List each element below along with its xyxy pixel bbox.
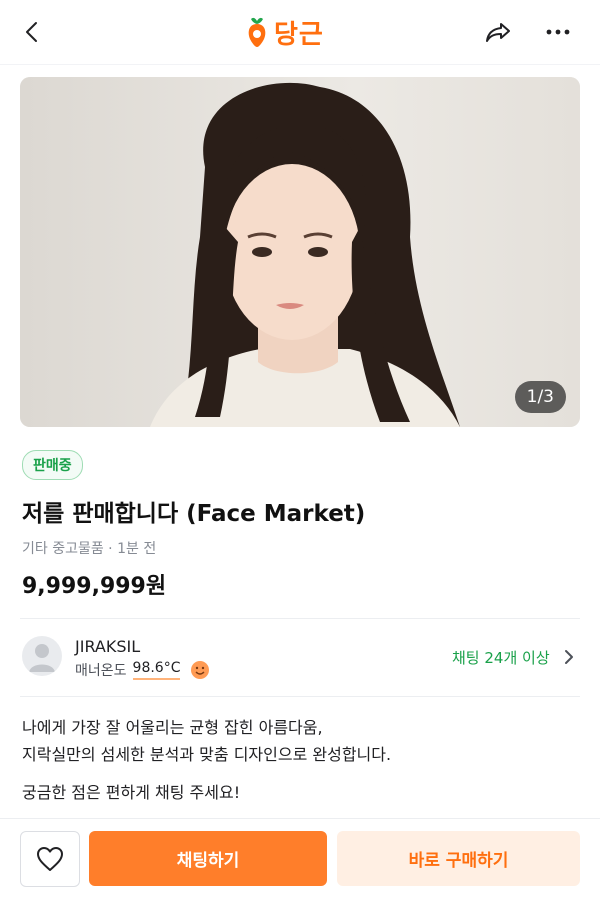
share-button[interactable]: [478, 12, 518, 52]
portrait-photo: [20, 77, 580, 427]
smile-face-icon: [191, 661, 210, 679]
buy-now-button[interactable]: 바로 구매하기: [337, 831, 580, 886]
product-meta: 기타 중고물품 · 1분 전: [22, 541, 157, 557]
like-button[interactable]: [20, 831, 80, 887]
divider: [20, 696, 580, 697]
share-icon: [486, 23, 510, 42]
description-line: 지락실만의 섬세한 분석과 맞춤 디자인으로 완성합니다.: [22, 745, 392, 764]
brand-logo[interactable]: 당근: [246, 12, 324, 52]
more-button[interactable]: [538, 12, 578, 52]
temperature-value: 98.6°C: [132, 660, 181, 680]
app-header: 당근: [0, 0, 600, 65]
image-counter: 1/3: [514, 381, 566, 413]
back-button[interactable]: [12, 12, 52, 52]
manner-temperature: 매너온도 98.6°C: [75, 660, 210, 680]
logo-text: 당근: [274, 19, 324, 50]
chat-button[interactable]: 채팅하기: [89, 831, 327, 886]
divider: [20, 618, 580, 619]
user-placeholder-icon: [29, 644, 55, 672]
product-image-carousel[interactable]: 1/3: [20, 77, 580, 427]
seller-avatar[interactable]: [22, 636, 62, 676]
manner-label: 매너온도: [75, 663, 127, 679]
description-line: 궁금한 점은 편하게 채팅 주세요!: [22, 783, 241, 802]
product-title: 저를 판매합니다 (Face Market): [22, 501, 366, 527]
chevron-left-icon: [26, 22, 37, 42]
bottom-action-bar: 채팅하기 바로 구매하기: [0, 818, 600, 901]
product-price: 9,999,999원: [22, 574, 167, 599]
seller-name[interactable]: JIRAKSIL: [75, 637, 140, 656]
chevron-right-icon[interactable]: [560, 648, 578, 666]
heart-icon: [37, 847, 63, 871]
carrot-icon: [248, 17, 266, 47]
chat-count-link[interactable]: 채팅 24개 이상: [452, 647, 550, 668]
description-line: 나에게 가장 잘 어울리는 균형 잡힌 아름다움,: [22, 718, 323, 737]
status-badge: 판매중: [22, 450, 83, 480]
more-horizontal-icon: [546, 29, 570, 35]
